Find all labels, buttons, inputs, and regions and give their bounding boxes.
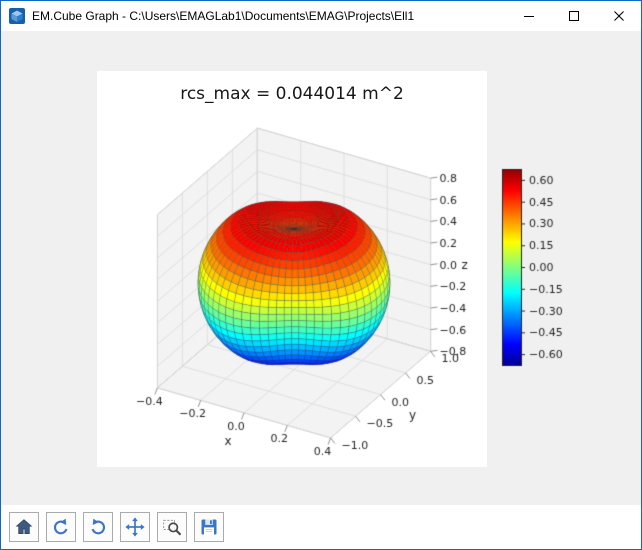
plot3d-canvas[interactable] xyxy=(97,71,487,467)
plot-title: rcs_max = 0.044014 m^2 xyxy=(97,84,487,104)
save-button[interactable] xyxy=(194,512,224,542)
titlebar[interactable]: EM.Cube Graph - C:\Users\EMAGLab1\Docume… xyxy=(1,1,641,31)
maximize-button[interactable] xyxy=(551,1,596,31)
plot-toolbar xyxy=(1,505,641,549)
home-icon xyxy=(14,517,34,537)
figure-area: rcs_max = 0.044014 m^2 xyxy=(97,71,487,467)
zoom-button[interactable] xyxy=(157,512,187,542)
app-icon xyxy=(9,8,25,24)
minimize-icon xyxy=(524,11,534,21)
home-button[interactable] xyxy=(9,512,39,542)
save-icon xyxy=(199,517,219,537)
forward-button[interactable] xyxy=(83,512,113,542)
emcube-logo-icon xyxy=(9,8,25,24)
back-button[interactable] xyxy=(46,512,76,542)
client-area: rcs_max = 0.044014 m^2 xyxy=(1,31,641,505)
pan-arrows-icon xyxy=(125,517,145,537)
colorbar-canvas xyxy=(499,157,591,387)
close-button[interactable] xyxy=(596,1,641,31)
window-controls xyxy=(506,1,641,31)
window-title: EM.Cube Graph - C:\Users\EMAGLab1\Docume… xyxy=(32,9,414,23)
forward-arrow-icon xyxy=(88,517,108,537)
maximize-icon xyxy=(569,11,579,21)
zoom-rect-icon xyxy=(162,517,182,537)
app-window: EM.Cube Graph - C:\Users\EMAGLab1\Docume… xyxy=(0,0,642,550)
close-icon xyxy=(614,11,624,21)
back-arrow-icon xyxy=(51,517,71,537)
pan-button[interactable] xyxy=(120,512,150,542)
minimize-button[interactable] xyxy=(506,1,551,31)
